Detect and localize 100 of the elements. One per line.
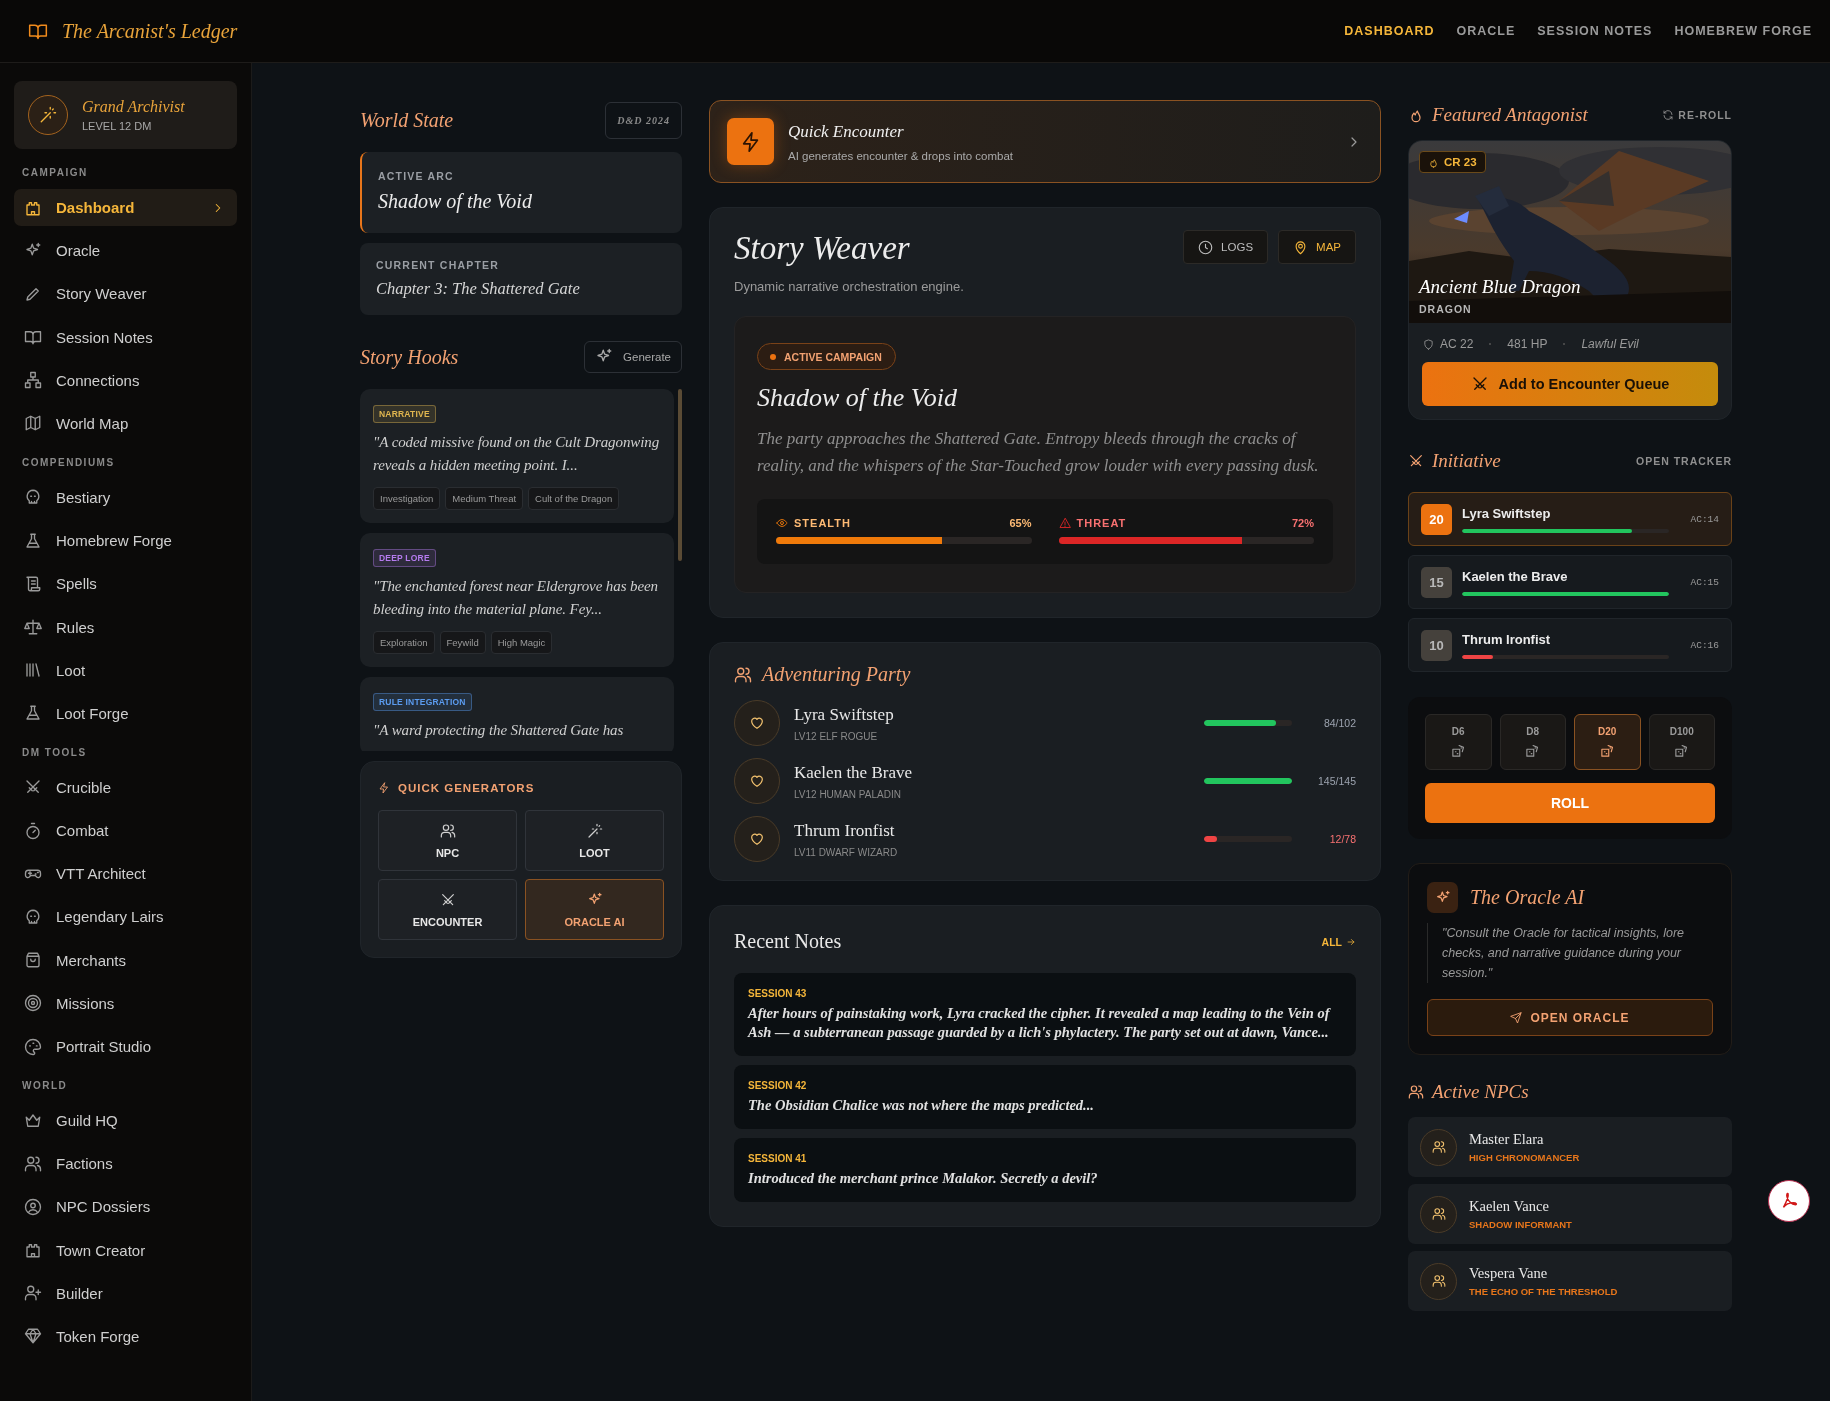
sidebar-item[interactable]: Factions <box>14 1145 237 1183</box>
note-card[interactable]: SESSION 41 Introduced the merchant prince Malakor. Secretly a devil? <box>734 1138 1356 1202</box>
sidebar-item[interactable]: Merchants <box>14 941 237 979</box>
send-icon <box>1510 1011 1523 1024</box>
npc-name: Master Elara <box>1469 1131 1545 1148</box>
member-name: Lyra Swiftstep <box>794 704 895 725</box>
all-link[interactable]: ALL <box>1321 935 1356 948</box>
sidebar-item[interactable]: World Map <box>14 404 237 442</box>
npc-card[interactable]: Kaelen Vance SHADOW INFORMANT <box>1408 1184 1732 1244</box>
castle-icon <box>24 1241 42 1260</box>
sidebar-item[interactable]: Crucible <box>14 768 237 806</box>
profile-card[interactable]: Grand Archivist LEVEL 12 DM <box>14 81 237 149</box>
tracker-link[interactable]: OPEN TRACKER <box>1636 455 1732 467</box>
sidebar-item[interactable]: Town Creator <box>14 1231 237 1269</box>
page-subtitle: Dynamic narrative orchestration engine. <box>734 279 964 294</box>
combatant-name: Thrum Ironfist <box>1462 631 1552 647</box>
hook-card[interactable]: RULE INTEGRATION "A ward protecting the Shattered Gate has <box>360 677 674 751</box>
chapter-title: Chapter 3: The Shattered Gate <box>376 279 581 299</box>
hook-card[interactable]: DEEP LORE "The enchanted forest near Eldergrove has been bleeding into the material plane. Fey... Exploration Feywild High Magic <box>360 533 674 667</box>
nav-link[interactable]: DASHBOARD <box>1344 24 1435 38</box>
sidebar-item[interactable]: Story Weaver <box>14 275 237 313</box>
nav-link[interactable]: ORACLE <box>1456 24 1516 38</box>
generator-button[interactable]: ORACLE AI <box>525 879 664 940</box>
people-icon <box>1408 1084 1424 1100</box>
eye-icon <box>776 517 788 529</box>
wand-icon <box>39 106 57 124</box>
sidebar-item[interactable]: Missions <box>14 984 237 1022</box>
sidebar-item[interactable]: Session Notes <box>14 318 237 356</box>
nav-link[interactable]: HOMEBREW FORGE <box>1674 24 1812 38</box>
sidebar-item[interactable]: NPC Dossiers <box>14 1188 237 1226</box>
warning-icon <box>1058 517 1071 529</box>
page-title: Story Weaver <box>734 230 911 267</box>
die-option[interactable]: D100 <box>1648 714 1715 770</box>
card-title: The Oracle AI <box>1470 886 1585 909</box>
wand-icon <box>586 822 603 839</box>
sidebar-item[interactable]: Loot <box>14 651 237 689</box>
skull-icon <box>24 907 42 926</box>
map-button[interactable]: MAP <box>1278 230 1356 264</box>
people-icon <box>24 1154 42 1173</box>
initiative-row[interactable]: 20 Lyra Swiftstep AC:14 <box>1408 492 1732 546</box>
die-option[interactable]: D20 <box>1574 714 1641 770</box>
reroll-link[interactable]: RE-ROLL <box>1662 109 1732 121</box>
logs-button[interactable]: LOGS <box>1183 230 1269 264</box>
sidebar-item[interactable]: Connections <box>14 361 237 399</box>
initiative-row[interactable]: 10 Thrum Ironfist AC:16 <box>1408 618 1732 672</box>
monster-type: DRAGON <box>1419 303 1473 315</box>
generate-button[interactable]: Generate <box>584 341 682 373</box>
member-details: LV11 DWARF WIZARD <box>794 846 899 858</box>
npc-card[interactable]: Master Elara HIGH CHRONOMANCER <box>1408 1117 1732 1177</box>
hook-card[interactable]: NARRATIVE "A coded missive found on the Cult Dragonwing reveals a hidden meeting point. I... Investigation Medium Threat Cult of the Dragon <box>360 389 674 523</box>
meter-label: STEALTH <box>794 517 852 529</box>
generator-button[interactable]: LOOT <box>525 810 664 871</box>
alignment: Lawful Evil <box>1581 337 1639 351</box>
generator-button[interactable]: NPC <box>378 810 517 871</box>
hit-points: 481 HP <box>1507 337 1548 351</box>
bag-icon <box>24 951 42 970</box>
combatant-name: Kaelen the Brave <box>1462 568 1569 584</box>
heart-icon <box>749 831 765 847</box>
arrow-right-icon <box>1346 936 1356 947</box>
swords-icon <box>439 891 456 908</box>
sidebar-item[interactable]: Builder <box>14 1274 237 1312</box>
initiative-row[interactable]: 15 Kaelen the Brave AC:15 <box>1408 555 1732 609</box>
quick-encounter-card[interactable]: Quick Encounter AI generates encounter & drops into combat <box>709 100 1381 183</box>
add-to-queue-button[interactable]: Add to Encounter Queue <box>1422 362 1718 406</box>
sidebar-item[interactable]: Rules <box>14 608 237 646</box>
npc-name: Vespera Vane <box>1469 1265 1549 1282</box>
category-tag: DEEP LORE <box>373 549 436 567</box>
note-card[interactable]: SESSION 42 The Obsidian Chalice was not where the maps predicted... <box>734 1065 1356 1129</box>
refresh-icon <box>1662 109 1675 121</box>
arc-title: Shadow of the Void <box>378 190 533 213</box>
nav-link[interactable]: SESSION NOTES <box>1537 24 1653 38</box>
sidebar-item[interactable]: Dashboard <box>14 189 237 226</box>
open-oracle-button[interactable]: OPEN ORACLE <box>1427 999 1713 1036</box>
sidebar-item[interactable]: Portrait Studio <box>14 1028 237 1065</box>
target-icon <box>24 994 42 1013</box>
campaign-title: Shadow of the Void <box>757 383 959 413</box>
sidebar-item[interactable]: VTT Architect <box>14 855 237 893</box>
tag: Cult of the Dragon <box>528 487 620 510</box>
die-option[interactable]: D6 <box>1425 714 1492 770</box>
sidebar-item[interactable]: Legendary Lairs <box>14 898 237 936</box>
scrollbar-thumb[interactable] <box>678 389 682 561</box>
sidebar-item[interactable]: Combat <box>14 812 237 850</box>
sidebar-item[interactable]: Oracle <box>14 232 237 270</box>
npc-role: THE ECHO OF THE THRESHOLD <box>1469 1286 1618 1297</box>
gem-icon <box>24 1327 42 1346</box>
sidebar-item[interactable]: Loot Forge <box>14 694 237 732</box>
npc-card[interactable]: Vespera Vane THE ECHO OF THE THRESHOLD <box>1408 1251 1732 1311</box>
sidebar-item[interactable]: Homebrew Forge <box>14 522 237 560</box>
heart-icon <box>749 773 765 789</box>
sidebar-item[interactable]: Token Forge <box>14 1317 237 1355</box>
sidebar-item[interactable]: Guild HQ <box>14 1102 237 1139</box>
generator-button[interactable]: ENCOUNTER <box>378 879 517 940</box>
section-title: COMPENDIUMS <box>22 456 116 468</box>
pdf-button[interactable] <box>1768 1180 1810 1222</box>
card-subtitle: AI generates encounter & drops into combat <box>788 149 1015 162</box>
sidebar-item[interactable]: Bestiary <box>14 478 237 516</box>
sidebar-item[interactable]: Spells <box>14 565 237 603</box>
die-option[interactable]: D8 <box>1499 714 1566 770</box>
tag: High Magic <box>490 631 553 654</box>
hp-reading: 12/78 <box>1328 833 1356 845</box>
